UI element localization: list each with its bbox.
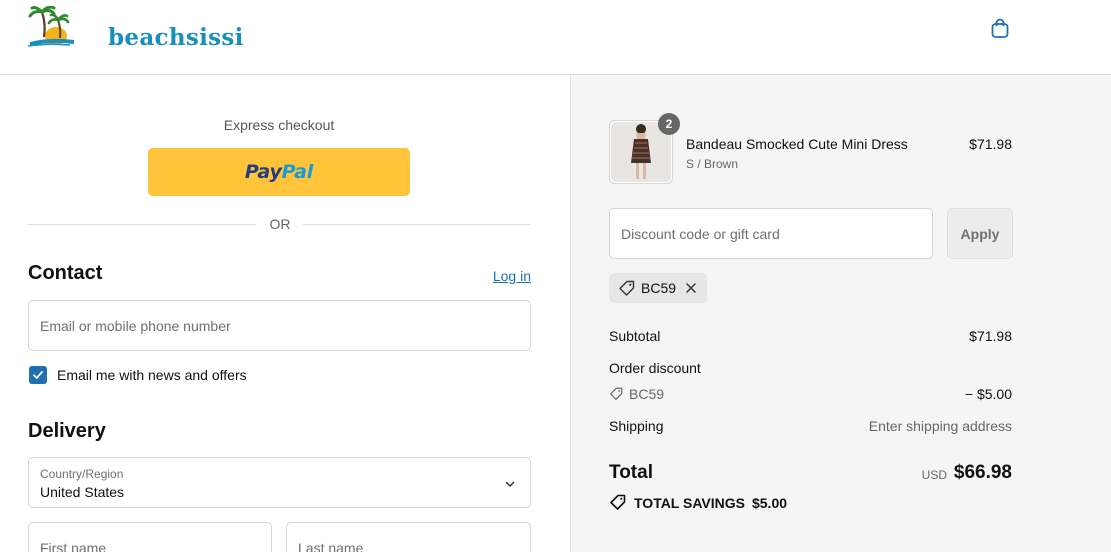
site-header: beachsissi: [0, 0, 1111, 75]
order-summary: 2 Bandeau Smocked Cute Mini Dress S / Br…: [570, 75, 1111, 552]
order-discount-label: Order discount: [609, 360, 701, 376]
discount-code-row: BC59: [609, 386, 664, 402]
first-name-input[interactable]: [29, 523, 271, 552]
palm-island-icon: [28, 6, 74, 47]
last-name-field[interactable]: [286, 522, 531, 552]
divider-line: [303, 224, 531, 225]
shipping-value: Enter shipping address: [868, 418, 1012, 434]
country-value: United States: [40, 484, 125, 500]
discount-code: BC59: [629, 386, 665, 402]
country-select[interactable]: Country/Region United States: [28, 457, 531, 508]
applied-discount-chip: BC59: [609, 273, 708, 303]
shopping-bag-icon[interactable]: [989, 17, 1011, 39]
email-field[interactable]: [28, 300, 531, 351]
newsletter-checkbox[interactable]: [29, 366, 47, 384]
express-checkout-label: Express checkout: [223, 117, 335, 133]
tag-icon: [610, 494, 626, 510]
country-label: Country/Region: [40, 467, 124, 481]
total-currency: USD: [921, 468, 947, 482]
tag-icon: [619, 280, 635, 296]
first-name-field[interactable]: [28, 522, 272, 552]
subtotal-label: Subtotal: [609, 328, 661, 344]
tag-icon: [610, 387, 623, 400]
savings-label: TOTAL SAVINGS: [634, 494, 745, 511]
login-link[interactable]: Log in: [493, 268, 531, 284]
product-name: Bandeau Smocked Cute Mini Dress: [686, 136, 908, 152]
subtotal-value: $71.98: [969, 328, 1012, 344]
discount-value: − $5.00: [964, 386, 1012, 402]
last-name-input[interactable]: [287, 523, 530, 552]
total-label: Total: [609, 462, 653, 483]
discount-field[interactable]: [609, 208, 933, 259]
brand-name: beachsissi: [108, 24, 244, 51]
paypal-logo: PayPal: [244, 161, 314, 183]
chevron-down-icon: [505, 481, 515, 487]
apply-button[interactable]: Apply: [947, 208, 1013, 259]
newsletter-option[interactable]: Email me with news and offers: [29, 366, 247, 384]
total-savings: TOTAL SAVINGS $5.00: [609, 494, 787, 511]
remove-discount-button[interactable]: [685, 282, 697, 294]
or-divider: OR: [28, 216, 531, 234]
brand-logo[interactable]: beachsissi: [28, 6, 243, 51]
divider-line: [28, 224, 256, 225]
quantity-badge: 2: [658, 113, 680, 135]
close-icon: [686, 283, 696, 293]
email-input[interactable]: [29, 301, 530, 350]
savings-value: $5.00: [751, 494, 788, 511]
contact-title: Contact: [28, 262, 103, 284]
total-value: $66.98: [953, 462, 1012, 483]
or-text: OR: [269, 216, 291, 232]
newsletter-label: Email me with news and offers: [57, 367, 247, 383]
product-variant: S / Brown: [686, 157, 739, 171]
delivery-title: Delivery: [28, 420, 106, 442]
checkout-form: Express checkout PayPal OR Contact Log i…: [0, 75, 570, 552]
shipping-label: Shipping: [609, 418, 664, 434]
applied-code: BC59: [641, 280, 677, 296]
paypal-button[interactable]: PayPal: [148, 148, 410, 196]
discount-input[interactable]: [610, 209, 932, 258]
checkmark-icon: [33, 371, 43, 379]
product-price: $71.98: [969, 136, 1012, 152]
